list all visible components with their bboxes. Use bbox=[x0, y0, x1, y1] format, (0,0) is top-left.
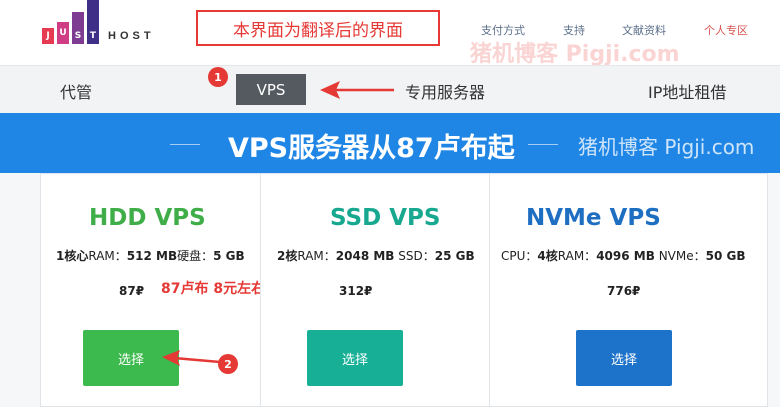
annotation-badge-2: 2 bbox=[218, 354, 238, 374]
spec-cpu-label: CPU： bbox=[501, 249, 538, 263]
tab-hosting[interactable]: 代管 bbox=[60, 79, 92, 103]
logo-host-text: HOST bbox=[108, 30, 155, 42]
spec-ram: 2048 MB bbox=[335, 249, 395, 263]
tab-ip-rental[interactable]: IP地址租借 bbox=[648, 79, 726, 103]
annotation-arrow-2-icon bbox=[162, 350, 221, 366]
plan-price-ssd: 312₽ bbox=[339, 284, 373, 298]
plan-price-nvme: 776₽ bbox=[607, 284, 641, 298]
spec-cores: 1核心 bbox=[56, 249, 89, 263]
hero-divider-left bbox=[170, 144, 200, 145]
plan-specs-hdd: 1核心RAM：512 MB硬盘：5 GB bbox=[56, 247, 245, 264]
spec-disk: 25 GB bbox=[434, 249, 475, 263]
spec-ram-label: RAM： bbox=[297, 249, 336, 263]
hero-title: VPS服务器从87卢布起 bbox=[228, 133, 515, 164]
watermark-top: 猪机博客 Pigji.com bbox=[470, 42, 680, 67]
plan-title-ssd: SSD VPS bbox=[330, 205, 441, 231]
logo-letter-j: J bbox=[42, 28, 54, 44]
spec-cores: 4核 bbox=[537, 249, 558, 263]
hero-divider-right bbox=[528, 144, 558, 145]
plan-specs-nvme: CPU：4核RAM：4096 MB NVMe：50 GB bbox=[501, 247, 746, 264]
plan-price-hdd: 87₽ bbox=[119, 284, 145, 298]
plan-title-hdd: HDD VPS bbox=[89, 205, 206, 231]
annotation-price-note: 87卢布 8元左右 bbox=[161, 281, 266, 297]
logo-letter-u: U bbox=[57, 22, 69, 44]
spec-ram-label: RAM： bbox=[557, 249, 597, 263]
justhost-logo[interactable]: J U S T HOST bbox=[42, 0, 155, 52]
tab-dedicated-servers[interactable]: 专用服务器 bbox=[405, 79, 485, 103]
spec-disk: 5 GB bbox=[213, 249, 245, 263]
nav-link-account[interactable]: 个人专区 bbox=[704, 22, 748, 38]
logo-letter-s: S bbox=[72, 12, 84, 44]
spec-disk-label: NVMe： bbox=[658, 249, 706, 263]
plan-specs-ssd: 2核RAM：2048 MB SSD：25 GB bbox=[277, 247, 475, 264]
spec-disk: 50 GB bbox=[705, 249, 746, 263]
annotation-badge-1: 1 bbox=[208, 67, 228, 87]
spec-disk-label: 硬盘： bbox=[177, 249, 214, 263]
plan-title-nvme: NVMe VPS bbox=[526, 205, 661, 231]
spec-disk-label: SSD： bbox=[398, 249, 435, 263]
translated-page-note: 本界面为翻译后的界面 bbox=[196, 10, 440, 46]
annotation-arrow-1-icon bbox=[320, 81, 394, 99]
logo-letter-t: T bbox=[87, 0, 99, 44]
select-button-ssd[interactable]: 选择 bbox=[307, 330, 403, 386]
spec-ram: 512 MB bbox=[126, 249, 178, 263]
spec-cores: 2核 bbox=[277, 249, 298, 263]
tab-vps[interactable]: VPS bbox=[236, 74, 306, 105]
spec-ram: 4096 MB bbox=[596, 249, 655, 263]
spec-ram-label: RAM： bbox=[88, 249, 127, 263]
select-button-nvme[interactable]: 选择 bbox=[576, 330, 672, 386]
watermark-hero: 猪机博客 Pigji.com bbox=[578, 135, 755, 159]
